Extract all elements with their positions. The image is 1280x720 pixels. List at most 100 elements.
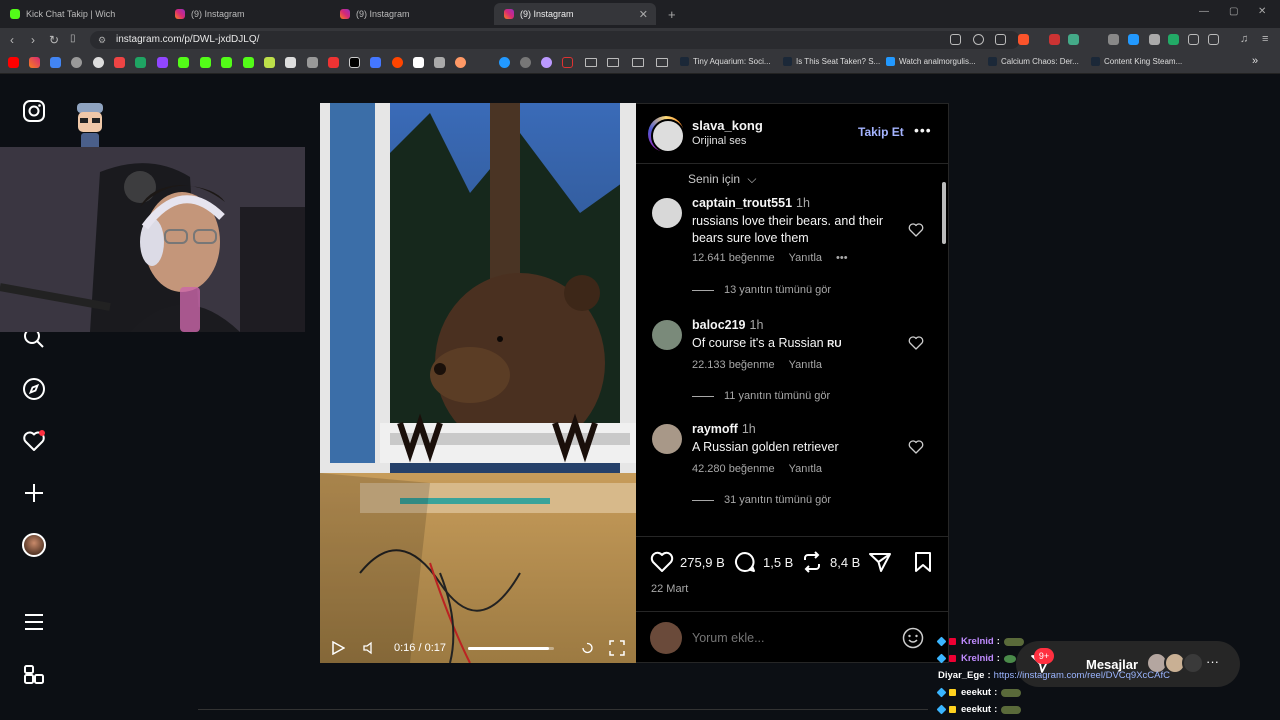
url-field[interactable]: ⚙ instagram.com/p/DWL-jxdDJLQ/	[90, 31, 1020, 49]
audio-label[interactable]: Orijinal ses	[692, 135, 746, 147]
bookmark-favicon[interactable]	[455, 57, 466, 68]
media-icon[interactable]: ♫	[1240, 33, 1248, 45]
kick-icon[interactable]	[200, 57, 211, 68]
commenter-username[interactable]: raymoff	[692, 422, 738, 436]
more-messages-icon[interactable]: ···	[1206, 654, 1219, 669]
commenter-username[interactable]: baloc219	[692, 318, 746, 332]
browser-tab-active[interactable]: (9) Instagram ✕	[494, 3, 656, 25]
reload-icon[interactable]: ↻	[49, 33, 59, 47]
extension-icon[interactable]	[1049, 34, 1060, 45]
brave-shield-icon[interactable]	[1018, 34, 1029, 45]
kick-icon[interactable]	[221, 57, 232, 68]
comment-input[interactable]	[692, 631, 892, 645]
commenter-avatar[interactable]	[652, 424, 682, 454]
comment-button[interactable]: 1,5 B	[733, 551, 793, 573]
bookmark-favicon[interactable]	[562, 57, 573, 68]
bookmark-favicon[interactable]	[434, 57, 445, 68]
like-comment-heart-icon[interactable]	[908, 335, 924, 351]
like-button[interactable]: 275,9 B	[650, 551, 725, 573]
comment-more-icon[interactable]: •••	[836, 252, 848, 264]
extension-icon[interactable]	[1128, 34, 1139, 45]
folder-icon[interactable]	[656, 58, 668, 67]
kick-icon[interactable]	[243, 57, 254, 68]
bookmark-favicon[interactable]	[50, 57, 61, 68]
comment-like-count[interactable]: 22.133 beğenme	[692, 359, 775, 371]
video-progress-bar[interactable]	[468, 647, 554, 650]
twitch-icon[interactable]	[157, 57, 168, 68]
comment-sort-dropdown[interactable]: Senin için ⌵	[688, 172, 756, 187]
author-username[interactable]: slava_kong	[692, 118, 763, 133]
emoji-icon[interactable]	[902, 627, 924, 649]
back-icon[interactable]: ‹	[10, 33, 14, 47]
bookmark-favicon[interactable]	[264, 57, 275, 68]
cast-icon[interactable]	[950, 34, 961, 45]
bookmark-item[interactable]: Calcium Chaos: Der...	[988, 57, 1079, 66]
close-tab-icon[interactable]: ✕	[639, 8, 648, 21]
maximize-icon[interactable]: ▢	[1229, 6, 1238, 17]
create-plus-icon[interactable]	[22, 481, 46, 505]
profile-avatar[interactable]	[22, 533, 46, 557]
reply-button[interactable]: Yanıtla	[789, 359, 822, 371]
anchor-icon[interactable]	[285, 57, 296, 68]
bookmark-item[interactable]: Tiny Aquarium: Soci...	[680, 57, 771, 66]
volume-icon[interactable]	[362, 641, 376, 655]
scrollbar-thumb[interactable]	[942, 182, 946, 244]
reddit-icon[interactable]	[392, 57, 403, 68]
bookmark-item[interactable]: Watch analmorgulis...	[886, 57, 976, 66]
extensions-puzzle-icon[interactable]	[1188, 34, 1199, 45]
bookmark-favicon[interactable]	[93, 57, 104, 68]
youtube-icon[interactable]	[8, 57, 19, 68]
zoom-icon[interactable]	[973, 34, 984, 45]
repost-button[interactable]: 8,4 B	[800, 551, 860, 573]
save-bookmark-icon[interactable]	[912, 551, 934, 573]
commenter-username[interactable]: captain_trout551	[692, 196, 792, 210]
site-info-icon[interactable]: ⚙	[98, 31, 106, 49]
minimize-icon[interactable]: —	[1199, 6, 1209, 17]
bookmark-icon[interactable]: ▯	[70, 33, 76, 44]
bookmark-favicon[interactable]	[520, 57, 531, 68]
drive-icon[interactable]	[135, 57, 146, 68]
browser-tab[interactable]: (9) Instagram	[330, 3, 495, 25]
author-avatar[interactable]	[648, 116, 685, 153]
more-options-icon[interactable]: •••	[914, 122, 932, 138]
extension-icon[interactable]	[1068, 34, 1079, 45]
extension-icon[interactable]	[1149, 34, 1160, 45]
more-bookmarks-icon[interactable]: »	[1252, 55, 1258, 67]
sidebar-icon[interactable]	[1208, 34, 1219, 45]
extension-icon[interactable]	[1168, 34, 1179, 45]
comment-like-count[interactable]: 42.280 beğenme	[692, 463, 775, 475]
view-replies-link[interactable]: 11 yanıtın tümünü gör	[692, 390, 830, 402]
like-comment-heart-icon[interactable]	[908, 439, 924, 455]
notifications-heart-icon[interactable]	[22, 429, 46, 453]
x-icon[interactable]	[349, 57, 360, 68]
friend-avatar[interactable]	[1182, 652, 1204, 674]
share-icon[interactable]	[995, 34, 1006, 45]
share-paper-plane-icon[interactable]	[868, 551, 892, 573]
gmail-icon[interactable]	[114, 57, 125, 68]
explore-compass-icon[interactable]	[22, 377, 46, 401]
forward-icon[interactable]: ›	[31, 33, 35, 47]
bookmark-favicon[interactable]	[307, 57, 318, 68]
instagram-logo-icon[interactable]	[22, 99, 46, 123]
close-window-icon[interactable]: ✕	[1258, 6, 1266, 17]
like-comment-heart-icon[interactable]	[908, 222, 924, 238]
view-replies-link[interactable]: 31 yanıtın tümünü gör	[692, 494, 831, 506]
patreon-icon[interactable]	[413, 57, 424, 68]
commenter-avatar[interactable]	[652, 198, 682, 228]
apps-grid-icon[interactable]	[22, 663, 46, 687]
bookmark-favicon[interactable]	[328, 57, 339, 68]
bookmark-item[interactable]: Content King Steam...	[1091, 57, 1182, 66]
instagram-icon[interactable]	[29, 57, 40, 68]
fullscreen-icon[interactable]	[609, 640, 625, 656]
bookmark-favicon[interactable]	[541, 57, 552, 68]
play-icon[interactable]	[332, 641, 345, 655]
post-video[interactable]	[320, 103, 636, 663]
reply-button[interactable]: Yanıtla	[789, 252, 822, 264]
comment-like-count[interactable]: 12.641 beğenme	[692, 252, 775, 264]
browser-tab[interactable]: Kick Chat Takip | Wich	[0, 3, 165, 25]
commenter-avatar[interactable]	[652, 320, 682, 350]
kick-icon[interactable]	[178, 57, 189, 68]
bookmark-item[interactable]: Is This Seat Taken? S...	[783, 57, 880, 66]
follow-button[interactable]: Takip Et	[858, 125, 904, 139]
bookmark-favicon[interactable]	[370, 57, 381, 68]
